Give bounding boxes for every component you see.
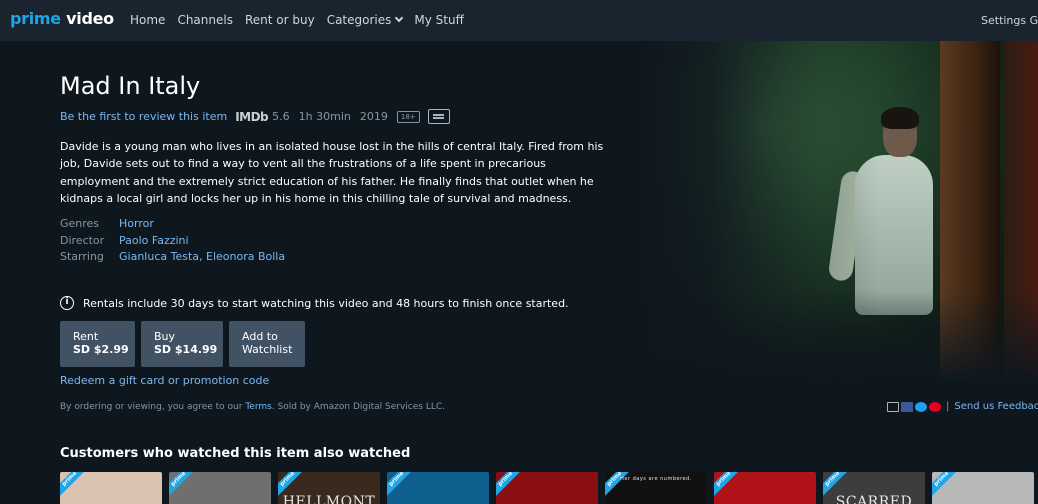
prime-ribbon-badge: prime [387, 472, 416, 499]
buy-button-label: Buy [154, 330, 176, 343]
recommendation-thumbnail[interactable]: prime SCARRED [823, 472, 925, 504]
detail-row-director: Director Paolo Fazzini [60, 233, 285, 250]
thumbnail-title: SCARRED [835, 494, 913, 504]
prime-ribbon-badge: prime [932, 472, 961, 499]
facebook-share-icon[interactable] [901, 401, 913, 412]
share-bar: | Send us Feedback [887, 401, 1038, 412]
twitter-share-icon[interactable] [915, 401, 927, 412]
recommendation-thumbnail[interactable]: prime Her days are numbered. [605, 472, 707, 504]
starring-label: Starring [60, 250, 104, 263]
genres-value[interactable]: Horror [119, 216, 154, 233]
rental-info: i Rentals include 30 days to start watch… [60, 296, 569, 310]
hero-fade-bottom [640, 291, 1038, 381]
prime-ribbon-badge: prime [496, 472, 525, 499]
terms-link[interactable]: Terms [245, 402, 272, 412]
recommendations-row: prime prime prime HELLMONT prime prime prime He… [60, 472, 1038, 504]
thumbnail-title: HELLMONT [282, 494, 376, 504]
synopsis: Davide is a young man who lives in an is… [60, 140, 604, 205]
redeem-gift-card-link[interactable]: Redeem a gift card or promotion code [60, 374, 269, 387]
hero-image [640, 41, 1038, 381]
subtitles-icon [427, 109, 450, 124]
rent-button-label: Rent [73, 330, 99, 343]
nav-item-home[interactable]: Home [130, 13, 165, 27]
logo-text-video: video [66, 9, 114, 28]
nav-item-channels[interactable]: Channels [177, 13, 233, 27]
page-title: Mad In Italy [60, 72, 201, 100]
nav-menu: Home Channels Rent or buy Categories My … [130, 13, 464, 27]
starring-value[interactable]: Gianluca Testa, Eleonora Bolla [119, 249, 285, 266]
logo-text-prime: prime [10, 9, 61, 28]
prime-ribbon-badge: prime [714, 472, 743, 499]
imdb-logo: IMDb [235, 109, 269, 124]
recommendation-thumbnail[interactable]: prime [387, 472, 489, 504]
top-nav: prime video Home Channels Rent or buy Ca… [0, 0, 1038, 41]
legal-text-after: . Sold by Amazon Digital Services LLC. [271, 402, 446, 412]
recommendation-thumbnail[interactable]: prime [714, 472, 816, 504]
prime-ribbon-badge: prime [60, 472, 89, 499]
runtime: 1h 30min [298, 110, 351, 123]
truncated-nav-item: G [1029, 14, 1038, 27]
nav-item-categories-label: Categories [326, 13, 392, 27]
email-share-icon[interactable] [887, 401, 899, 412]
nav-settings[interactable]: Settings G [981, 14, 1038, 27]
chevron-down-icon [395, 13, 404, 23]
watchlist-button-line1: Add to [242, 330, 278, 343]
meta-row: Be the first to review this item IMDb 5.… [60, 109, 450, 124]
director-label: Director [60, 233, 105, 247]
share-separator: | [946, 401, 950, 412]
rental-info-text: Rentals include 30 days to start watchin… [83, 296, 569, 310]
buy-button[interactable]: Buy SD $14.99 [141, 321, 223, 367]
nav-item-categories[interactable]: Categories [326, 13, 404, 27]
maturity-rating-badge: 18+ [396, 110, 420, 123]
genres-label: Genres [60, 217, 100, 230]
detail-row-genres: Genres Horror [60, 216, 285, 233]
prime-ribbon-badge: prime [169, 472, 198, 499]
recommendation-thumbnail[interactable]: prime [60, 472, 162, 504]
recommendation-thumbnail[interactable]: prime [496, 472, 598, 504]
rent-button[interactable]: Rent SD $2.99 [60, 321, 135, 367]
send-feedback-link[interactable]: Send us Feedback [954, 401, 1038, 412]
recommendations-title: Customers who watched this item also wat… [60, 446, 411, 461]
action-buttons: Rent SD $2.99 Buy SD $14.99 Add to Watch… [60, 321, 305, 367]
pinterest-share-icon[interactable] [929, 401, 941, 412]
recommendation-thumbnail[interactable]: prime [932, 472, 1034, 504]
rent-button-price: SD $2.99 [73, 343, 129, 356]
director-value[interactable]: Paolo Fazzini [119, 233, 189, 250]
nav-item-rent-or-buy[interactable]: Rent or buy [245, 13, 315, 27]
legal-text-before: By ordering or viewing, you agree to our [60, 402, 246, 412]
details-list: Genres Horror Director Paolo Fazzini Sta… [60, 216, 285, 266]
thumbnail-title: Her days are numbered. [620, 476, 692, 482]
review-link[interactable]: Be the first to review this item [60, 110, 227, 123]
nav-item-my-stuff[interactable]: My Stuff [414, 13, 463, 27]
prime-video-logo[interactable]: prime video [10, 9, 114, 28]
imdb-rating: 5.6 [272, 110, 290, 123]
legal-text: By ordering or viewing, you agree to our… [60, 402, 445, 412]
detail-row-starring: Starring Gianluca Testa, Eleonora Bolla [60, 249, 285, 266]
recommendation-thumbnail[interactable]: prime HELLMONT [278, 472, 380, 504]
release-year: 2019 [359, 110, 388, 123]
buy-button-price: SD $14.99 [154, 343, 218, 356]
add-to-watchlist-button[interactable]: Add to Watchlist [229, 321, 305, 367]
settings-label: Settings [981, 14, 1027, 27]
info-icon: i [60, 296, 74, 310]
recommendation-thumbnail[interactable]: prime [169, 472, 271, 504]
watchlist-button-line2: Watchlist [242, 343, 293, 356]
